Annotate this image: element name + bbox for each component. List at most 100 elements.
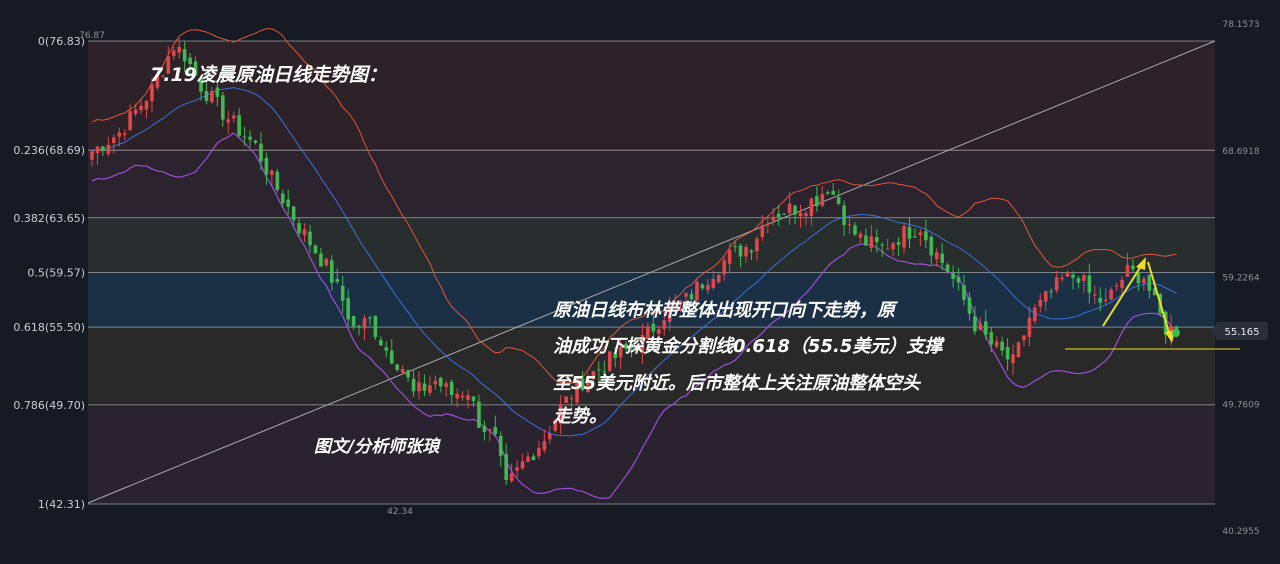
- candle-body: [945, 264, 950, 272]
- candle-body: [395, 364, 399, 371]
- candle-body: [597, 369, 601, 371]
- candle-body: [989, 332, 994, 345]
- candle-body: [188, 57, 192, 64]
- candle-body: [809, 198, 814, 217]
- candle-body: [362, 318, 367, 329]
- right-axis-tick: 68.6918: [1222, 147, 1259, 157]
- candle-body: [706, 284, 710, 291]
- candle-body: [1093, 294, 1097, 296]
- candle-body: [934, 252, 939, 260]
- candle-body: [994, 341, 999, 347]
- candle-body: [1120, 279, 1124, 288]
- candle-body: [940, 253, 944, 263]
- last-price-marker: [1172, 329, 1180, 337]
- candle-body: [1076, 278, 1081, 283]
- candle-body: [864, 235, 868, 246]
- candle-body: [259, 143, 263, 162]
- candle-body: [1109, 289, 1113, 300]
- candle-body: [1071, 274, 1075, 278]
- candle-body: [738, 245, 743, 257]
- candle-body: [526, 456, 530, 462]
- candle-body: [291, 206, 296, 221]
- low-extreme-label: 42.34: [387, 507, 413, 517]
- candle-body: [1027, 317, 1032, 338]
- oil-daily-chart: 0(76.83) 0.236(68.69) 0.382(63.65) 0.5(59.5…: [0, 0, 1280, 564]
- candle-body: [221, 95, 225, 120]
- candle-body: [1065, 272, 1070, 277]
- candle-body: [776, 213, 781, 218]
- candle-body: [1043, 291, 1048, 302]
- candle-body: [1087, 275, 1092, 293]
- candle-body: [242, 136, 247, 138]
- candle-body: [902, 226, 906, 248]
- candle-body: [101, 146, 105, 152]
- candle-body: [548, 433, 552, 440]
- fib-label: 0.786(49.70): [13, 399, 85, 412]
- candle-body: [204, 91, 209, 101]
- candle-body: [128, 111, 132, 131]
- candle-body: [782, 213, 786, 215]
- candle-body: [417, 382, 421, 392]
- candle-body: [95, 146, 100, 154]
- candle-body: [836, 197, 841, 204]
- candle-body: [858, 233, 863, 238]
- candle-body: [815, 196, 819, 207]
- candle-body: [117, 132, 122, 137]
- candle-body: [493, 426, 498, 435]
- candle-body: [907, 226, 912, 239]
- candle-body: [466, 395, 470, 400]
- candle-body: [139, 105, 143, 111]
- candle-body: [564, 396, 568, 403]
- candle-body: [1049, 291, 1053, 293]
- candle-body: [1011, 354, 1015, 364]
- candle-body: [716, 275, 721, 283]
- fib-zone: [88, 217, 1215, 273]
- candle-body: [956, 276, 961, 283]
- fib-label: 0(76.83): [38, 35, 85, 48]
- candle-body: [973, 316, 977, 332]
- right-axis-tick: 78.1573: [1222, 20, 1259, 30]
- current-price-tag: 55.165: [1210, 322, 1268, 340]
- candle-body: [978, 323, 983, 330]
- candle-body: [286, 199, 290, 207]
- candle-body: [384, 347, 389, 351]
- candle-body: [439, 377, 443, 387]
- candle-body: [875, 237, 879, 243]
- candle-body: [1125, 264, 1130, 277]
- candle-body: [449, 381, 454, 396]
- candle-body: [1016, 342, 1021, 358]
- candle-body: [270, 170, 274, 176]
- candle-body: [820, 194, 825, 206]
- candle-body: [226, 119, 231, 123]
- candle-body: [248, 136, 252, 140]
- candle-body: [869, 236, 874, 248]
- fib-label: 0.382(63.65): [13, 212, 85, 225]
- candle-body: [400, 368, 405, 373]
- candle-body: [896, 242, 901, 245]
- candle-body: [406, 370, 410, 378]
- fib-label: 1(42.31): [38, 498, 85, 511]
- candle-body: [515, 467, 519, 471]
- candle-body: [711, 278, 716, 288]
- candle-body: [727, 249, 732, 264]
- candle-body: [275, 171, 280, 190]
- candle-body: [847, 224, 852, 226]
- candle-body: [340, 285, 345, 301]
- candle-body: [482, 425, 487, 432]
- candle-body: [542, 441, 547, 451]
- candle-body: [520, 461, 525, 469]
- candle-body: [319, 253, 323, 267]
- candle-body: [389, 350, 394, 364]
- fib-label: 0.618(55.50): [13, 321, 85, 334]
- candle-body: [122, 133, 127, 136]
- candle-body: [150, 84, 154, 102]
- candle-body: [1147, 275, 1152, 291]
- candle-body: [951, 273, 955, 279]
- candle-body: [330, 260, 334, 283]
- candle-body: [1082, 275, 1086, 281]
- candle-body: [90, 151, 94, 160]
- candle-body: [880, 244, 885, 246]
- candle-body: [373, 315, 378, 338]
- right-axis-tick: 49.7609: [1222, 400, 1259, 410]
- high-extreme-label: 76.87: [79, 31, 105, 41]
